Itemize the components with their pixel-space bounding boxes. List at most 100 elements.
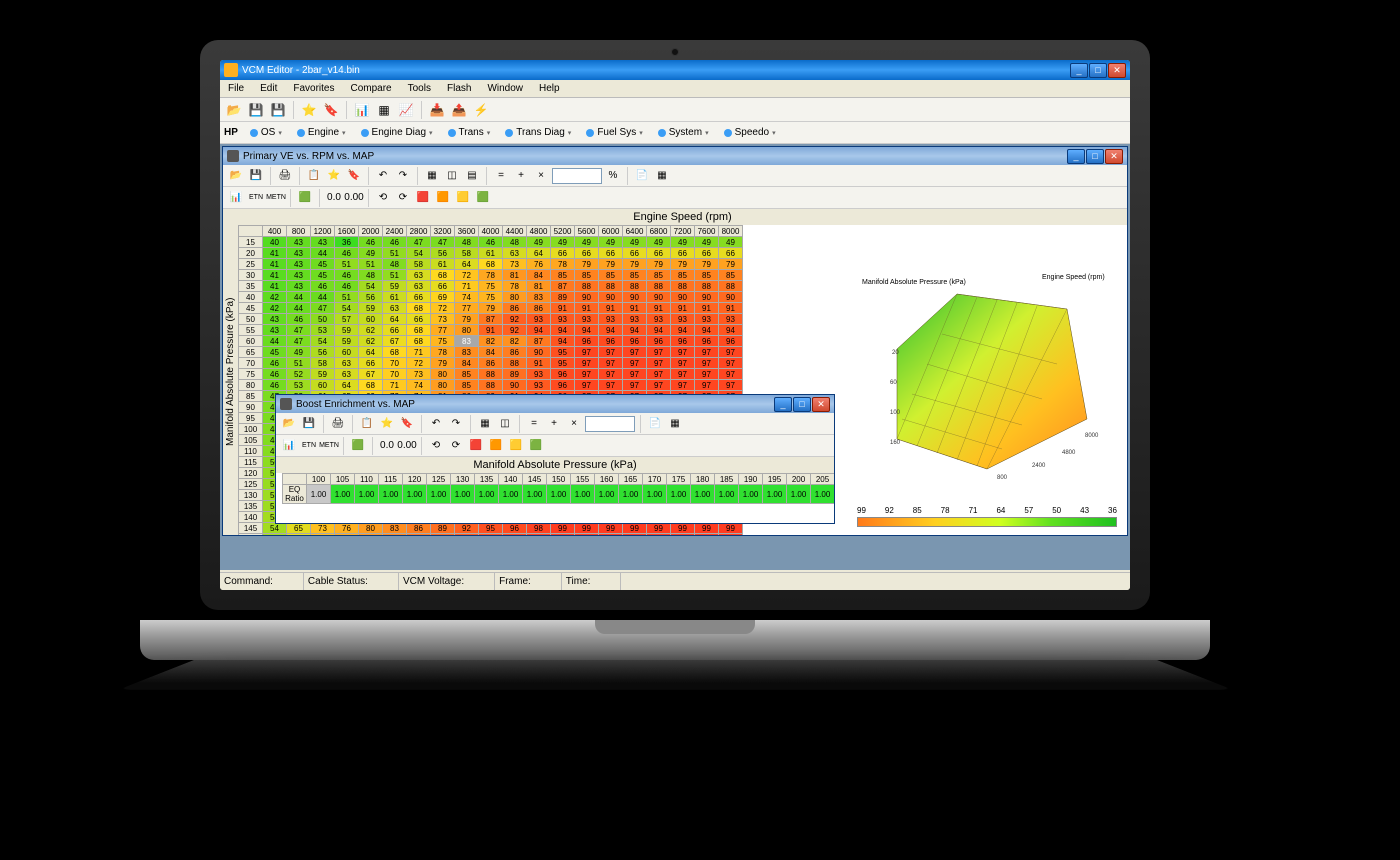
table-cell[interactable]: 91 <box>599 303 623 314</box>
table-cell[interactable]: 43 <box>287 248 311 259</box>
table-cell[interactable]: 64 <box>359 347 383 358</box>
table-cell[interactable]: 97 <box>695 347 719 358</box>
doc-close-button[interactable]: ✕ <box>812 397 830 412</box>
table-cell[interactable]: 47 <box>287 325 311 336</box>
table-cell[interactable]: 46 <box>335 248 359 259</box>
col-header[interactable]: 120 <box>403 474 427 485</box>
table-cell[interactable]: 93 <box>551 314 575 325</box>
table-cell[interactable]: 55 <box>263 534 287 536</box>
table-cell[interactable]: 97 <box>575 380 599 391</box>
table-cell[interactable]: 99 <box>647 534 671 536</box>
redo-icon[interactable]: ↷ <box>394 167 412 185</box>
mode1-icon[interactable]: 📊 <box>227 189 245 207</box>
table-cell[interactable]: 1.00 <box>739 485 763 504</box>
tab-speedo[interactable]: Speedo▾ <box>717 123 783 142</box>
table-cell[interactable]: 79 <box>479 303 503 314</box>
table-cell[interactable]: 82 <box>479 336 503 347</box>
col-header[interactable]: 125 <box>427 474 451 485</box>
row-header[interactable]: 30 <box>239 270 263 281</box>
dec-less-icon[interactable]: 0.0 <box>325 189 343 207</box>
table-cell[interactable]: 73 <box>407 369 431 380</box>
tab-engine[interactable]: Engine▾ <box>290 123 353 142</box>
table-cell[interactable]: 47 <box>287 336 311 347</box>
table-cell[interactable]: 97 <box>623 347 647 358</box>
table-cell[interactable]: 99 <box>599 523 623 534</box>
table-cell[interactable]: 42 <box>263 292 287 303</box>
table-cell[interactable]: 79 <box>719 259 743 270</box>
col-header[interactable]: 150 <box>547 474 571 485</box>
table-cell[interactable]: 1.00 <box>811 485 835 504</box>
undo-icon[interactable]: ↶ <box>427 415 445 433</box>
value-input[interactable] <box>552 168 602 184</box>
table-cell[interactable]: 49 <box>695 237 719 248</box>
table-cell[interactable]: 76 <box>527 259 551 270</box>
table-cell[interactable]: 94 <box>599 325 623 336</box>
table-cell[interactable]: 91 <box>647 303 671 314</box>
color2-icon[interactable]: 🟧 <box>487 437 505 455</box>
table-cell[interactable]: 64 <box>383 314 407 325</box>
table-cell[interactable]: 1.00 <box>307 485 331 504</box>
table-cell[interactable]: 85 <box>551 270 575 281</box>
table-cell[interactable]: 95 <box>551 358 575 369</box>
table-cell[interactable]: 97 <box>647 347 671 358</box>
table-cell[interactable]: 44 <box>287 303 311 314</box>
table-cell[interactable]: 95 <box>479 523 503 534</box>
favorite-icon[interactable]: ⭐ <box>325 167 343 185</box>
table-cell[interactable]: 64 <box>455 259 479 270</box>
table-cell[interactable]: 68 <box>407 325 431 336</box>
tab-system[interactable]: System▾ <box>651 123 716 142</box>
col-header[interactable]: 115 <box>379 474 403 485</box>
table-cell[interactable]: 94 <box>575 325 599 336</box>
table-cell[interactable]: 93 <box>623 314 647 325</box>
table-cell[interactable]: 66 <box>599 248 623 259</box>
grid-icon[interactable]: ▦ <box>374 100 394 120</box>
table-cell[interactable]: 96 <box>647 336 671 347</box>
color4-icon[interactable]: 🟩 <box>527 437 545 455</box>
col-header[interactable]: 400 <box>263 226 287 237</box>
row-header[interactable]: 40 <box>239 292 263 303</box>
save-icon[interactable]: 💾 <box>247 167 265 185</box>
table-cell[interactable]: 98 <box>527 534 551 536</box>
color4-icon[interactable]: 🟩 <box>474 189 492 207</box>
table-cell[interactable]: 90 <box>623 292 647 303</box>
save-icon[interactable]: 💾 <box>246 100 266 120</box>
table-cell[interactable]: 71 <box>455 281 479 292</box>
table-cell[interactable]: 49 <box>527 237 551 248</box>
table-cell[interactable]: 77 <box>335 534 359 536</box>
table-cell[interactable]: 66 <box>623 248 647 259</box>
table-cell[interactable]: 66 <box>407 314 431 325</box>
col-header[interactable]: 1200 <box>311 226 335 237</box>
table-cell[interactable]: 93 <box>599 314 623 325</box>
table-cell[interactable]: 96 <box>551 380 575 391</box>
table-cell[interactable]: 90 <box>719 292 743 303</box>
table-cell[interactable]: 1.00 <box>403 485 427 504</box>
table-cell[interactable]: 97 <box>695 380 719 391</box>
table-cell[interactable]: 1.00 <box>643 485 667 504</box>
table-cell[interactable]: 97 <box>575 358 599 369</box>
table-cell[interactable]: 80 <box>455 325 479 336</box>
col-header[interactable]: 180 <box>691 474 715 485</box>
table-cell[interactable]: 96 <box>671 336 695 347</box>
surface-icon[interactable]: 🟩 <box>296 189 314 207</box>
table-cell[interactable]: 60 <box>311 380 335 391</box>
table-cell[interactable]: 99 <box>575 534 599 536</box>
table-cell[interactable]: 94 <box>719 325 743 336</box>
table-cell[interactable]: 88 <box>695 281 719 292</box>
col-header[interactable]: 165 <box>619 474 643 485</box>
table-cell[interactable]: 83 <box>455 347 479 358</box>
table-cell[interactable]: 41 <box>263 270 287 281</box>
close-button[interactable]: ✕ <box>1108 63 1126 78</box>
print-icon[interactable]: 🖨 <box>329 415 347 433</box>
table-cell[interactable]: 91 <box>479 325 503 336</box>
menu-compare[interactable]: Compare <box>342 81 399 96</box>
col-header[interactable]: 140 <box>499 474 523 485</box>
table-cell[interactable]: 43 <box>287 270 311 281</box>
table-cell[interactable]: 85 <box>671 270 695 281</box>
table-cell[interactable]: 53 <box>287 380 311 391</box>
viewchart-icon[interactable]: ▤ <box>463 167 481 185</box>
table-cell[interactable]: 90 <box>671 292 695 303</box>
tab-os[interactable]: OS▾ <box>243 123 289 142</box>
table-cell[interactable]: 79 <box>599 259 623 270</box>
menu-tools[interactable]: Tools <box>400 81 439 96</box>
table-cell[interactable]: 97 <box>695 358 719 369</box>
